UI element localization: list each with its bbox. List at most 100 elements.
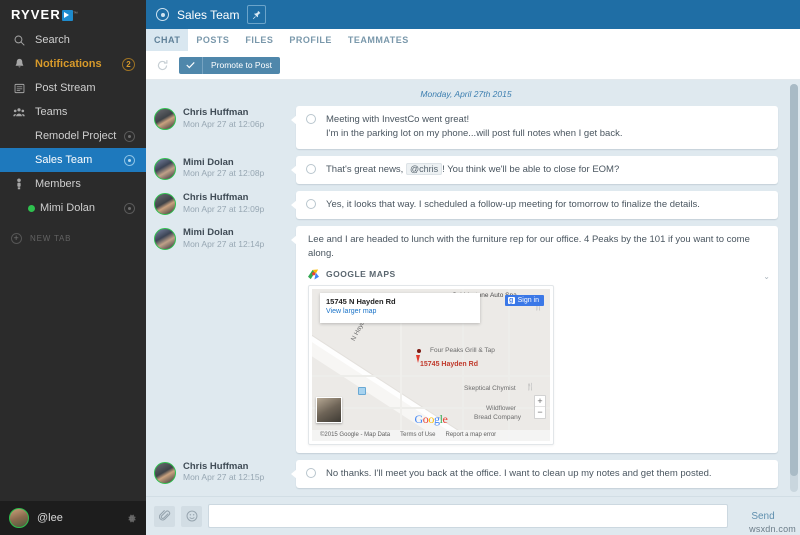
- message-text: No thanks. I'll meet you back at the off…: [326, 467, 770, 481]
- sidebar-item-post-stream[interactable]: Post Stream: [0, 76, 146, 100]
- team-titlebar: Sales Team: [146, 0, 800, 29]
- sidebar-item-label: Post Stream: [35, 82, 96, 94]
- emoji-icon[interactable]: [181, 506, 202, 527]
- message-line: Meeting with InvestCo went great!: [326, 113, 770, 127]
- new-tab-button[interactable]: + NEW TAB: [0, 226, 146, 250]
- map-road: [312, 375, 550, 377]
- sidebar-item-label: Remodel Project: [35, 130, 116, 142]
- tab-posts[interactable]: POSTS: [188, 29, 237, 51]
- bell-icon: [11, 58, 27, 70]
- avatar[interactable]: [9, 508, 29, 528]
- sidebar-section-teams[interactable]: Teams: [0, 100, 146, 124]
- sidebar-item-search[interactable]: Search: [0, 28, 146, 52]
- avatar[interactable]: [154, 158, 176, 180]
- sidebar-item-sales-team[interactable]: Sales Team: [0, 148, 146, 172]
- message-item: Chris Huffman Mon Apr 27 at 12:06p Meeti…: [154, 106, 778, 149]
- message-meta: Chris Huffman Mon Apr 27 at 12:06p: [154, 106, 296, 130]
- sidebar-item-remodel-project[interactable]: Remodel Project: [0, 124, 146, 148]
- new-tab-label: NEW TAB: [30, 234, 71, 243]
- map-attachment-card[interactable]: Cobblestone Auto Spa 15745 N Hayden Rd V…: [308, 285, 554, 445]
- map-road: [400, 319, 402, 441]
- google-map[interactable]: Cobblestone Auto Spa 15745 N Hayden Rd V…: [312, 289, 550, 441]
- google-g-icon: g: [508, 297, 515, 304]
- page-title: Sales Team: [177, 8, 239, 22]
- unread-marker-icon[interactable]: [296, 467, 326, 478]
- map-place-address: 15745 Hayden Rd: [420, 361, 478, 368]
- attachment-header: GOOGLE MAPS ⌄: [308, 269, 770, 280]
- tab-label: PROFILE: [289, 35, 332, 45]
- zoom-in-button[interactable]: +: [535, 396, 545, 407]
- scrollbar-thumb[interactable]: [790, 84, 798, 476]
- presence-dot-icon: [28, 205, 35, 212]
- tab-label: TEAMMATES: [348, 35, 409, 45]
- sidebar: RYVER™ Search Notifications 2 Post Strea…: [0, 0, 146, 535]
- unread-marker-icon[interactable]: [296, 163, 326, 174]
- promote-to-post-button[interactable]: Promote to Post: [179, 57, 280, 74]
- gear-icon[interactable]: [126, 513, 137, 524]
- sidebar-item-notifications[interactable]: Notifications 2: [0, 52, 146, 76]
- map-poi-label: Skeptical Chymist: [464, 385, 516, 392]
- message-text: That's great news, @chris! You think we'…: [326, 163, 770, 177]
- sidebar-item-mimi-dolan[interactable]: Mimi Dolan: [0, 196, 146, 220]
- message-meta: Chris Huffman Mon Apr 27 at 12:09p: [154, 191, 296, 215]
- notifications-badge: 2: [122, 58, 135, 71]
- map-info-address: 15745 N Hayden Rd: [326, 297, 474, 306]
- message-text-before: That's great news,: [326, 164, 403, 175]
- message-input[interactable]: [208, 504, 728, 528]
- circle-dot-icon: [156, 8, 169, 21]
- pin-icon[interactable]: [247, 5, 266, 24]
- member-options-icon[interactable]: [124, 203, 135, 214]
- app-logo: RYVER™: [0, 0, 146, 28]
- message-timestamp: Mon Apr 27 at 12:15p: [183, 473, 264, 483]
- avatar[interactable]: [154, 193, 176, 215]
- message-timestamp: Mon Apr 27 at 12:14p: [183, 240, 264, 250]
- tab-bar: CHAT POSTS FILES PROFILE TEAMMATES: [146, 29, 800, 51]
- message-author: Chris Huffman: [183, 462, 264, 473]
- sidebar-section-members[interactable]: Members: [0, 172, 146, 196]
- sign-in-button[interactable]: g Sign in: [505, 295, 544, 306]
- vertical-scrollbar[interactable]: [790, 84, 798, 492]
- message-author: Chris Huffman: [183, 193, 264, 204]
- send-button[interactable]: Send: [734, 511, 792, 522]
- team-options-icon[interactable]: [124, 131, 135, 142]
- unread-marker-icon[interactable]: [296, 198, 326, 209]
- chat-scroll-region[interactable]: Monday, April 27th 2015 Chris Huffman Mo…: [146, 80, 800, 496]
- plus-circle-icon: +: [11, 233, 22, 244]
- sidebar-item-label: Search: [35, 34, 70, 46]
- avatar[interactable]: [154, 228, 176, 250]
- refresh-icon[interactable]: [156, 59, 169, 72]
- message-item: Chris Huffman Mon Apr 27 at 12:15p No th…: [154, 460, 778, 488]
- message-author: Mimi Dolan: [183, 228, 264, 239]
- message-bubble: Yes, it looks that way. I scheduled a fo…: [296, 191, 778, 219]
- message-composer: Send: [146, 496, 800, 535]
- unread-marker-icon[interactable]: [296, 113, 326, 124]
- message-timestamp: Mon Apr 27 at 12:09p: [183, 205, 264, 215]
- message-text: Yes, it looks that way. I scheduled a fo…: [326, 198, 770, 212]
- main-panel: Sales Team CHAT POSTS FILES PROFILE TEAM…: [146, 0, 800, 535]
- message-meta: Mimi Dolan Mon Apr 27 at 12:08p: [154, 156, 296, 180]
- tab-teammates[interactable]: TEAMMATES: [340, 29, 417, 51]
- tab-files[interactable]: FILES: [237, 29, 281, 51]
- logo-text: RYVER: [11, 7, 61, 22]
- team-options-icon[interactable]: [124, 155, 135, 166]
- map-zoom-controls[interactable]: + −: [534, 395, 546, 419]
- paperclip-icon[interactable]: [154, 506, 175, 527]
- message-text: Meeting with InvestCo went great! I'm in…: [326, 113, 770, 142]
- report-map-error-link[interactable]: Report a map error: [445, 432, 496, 438]
- post-stream-icon: [11, 83, 27, 94]
- sidebar-item-label: Mimi Dolan: [40, 202, 95, 214]
- view-larger-map-link[interactable]: View larger map: [326, 308, 474, 315]
- mention-chip[interactable]: @chris: [406, 163, 442, 175]
- avatar[interactable]: [154, 108, 176, 130]
- zoom-out-button[interactable]: −: [535, 407, 545, 418]
- message-item: Chris Huffman Mon Apr 27 at 12:09p Yes, …: [154, 191, 778, 219]
- search-icon: [11, 35, 27, 46]
- tab-profile[interactable]: PROFILE: [281, 29, 340, 51]
- avatar[interactable]: [154, 462, 176, 484]
- map-copyright: ©2015 Google - Map Data: [320, 432, 390, 438]
- chevron-down-icon[interactable]: ⌄: [763, 272, 770, 281]
- terms-of-use-link[interactable]: Terms of Use: [400, 432, 435, 438]
- street-view-thumbnail[interactable]: [316, 397, 342, 423]
- message-meta: Mimi Dolan Mon Apr 27 at 12:14p: [154, 226, 296, 250]
- tab-chat[interactable]: CHAT: [146, 29, 188, 51]
